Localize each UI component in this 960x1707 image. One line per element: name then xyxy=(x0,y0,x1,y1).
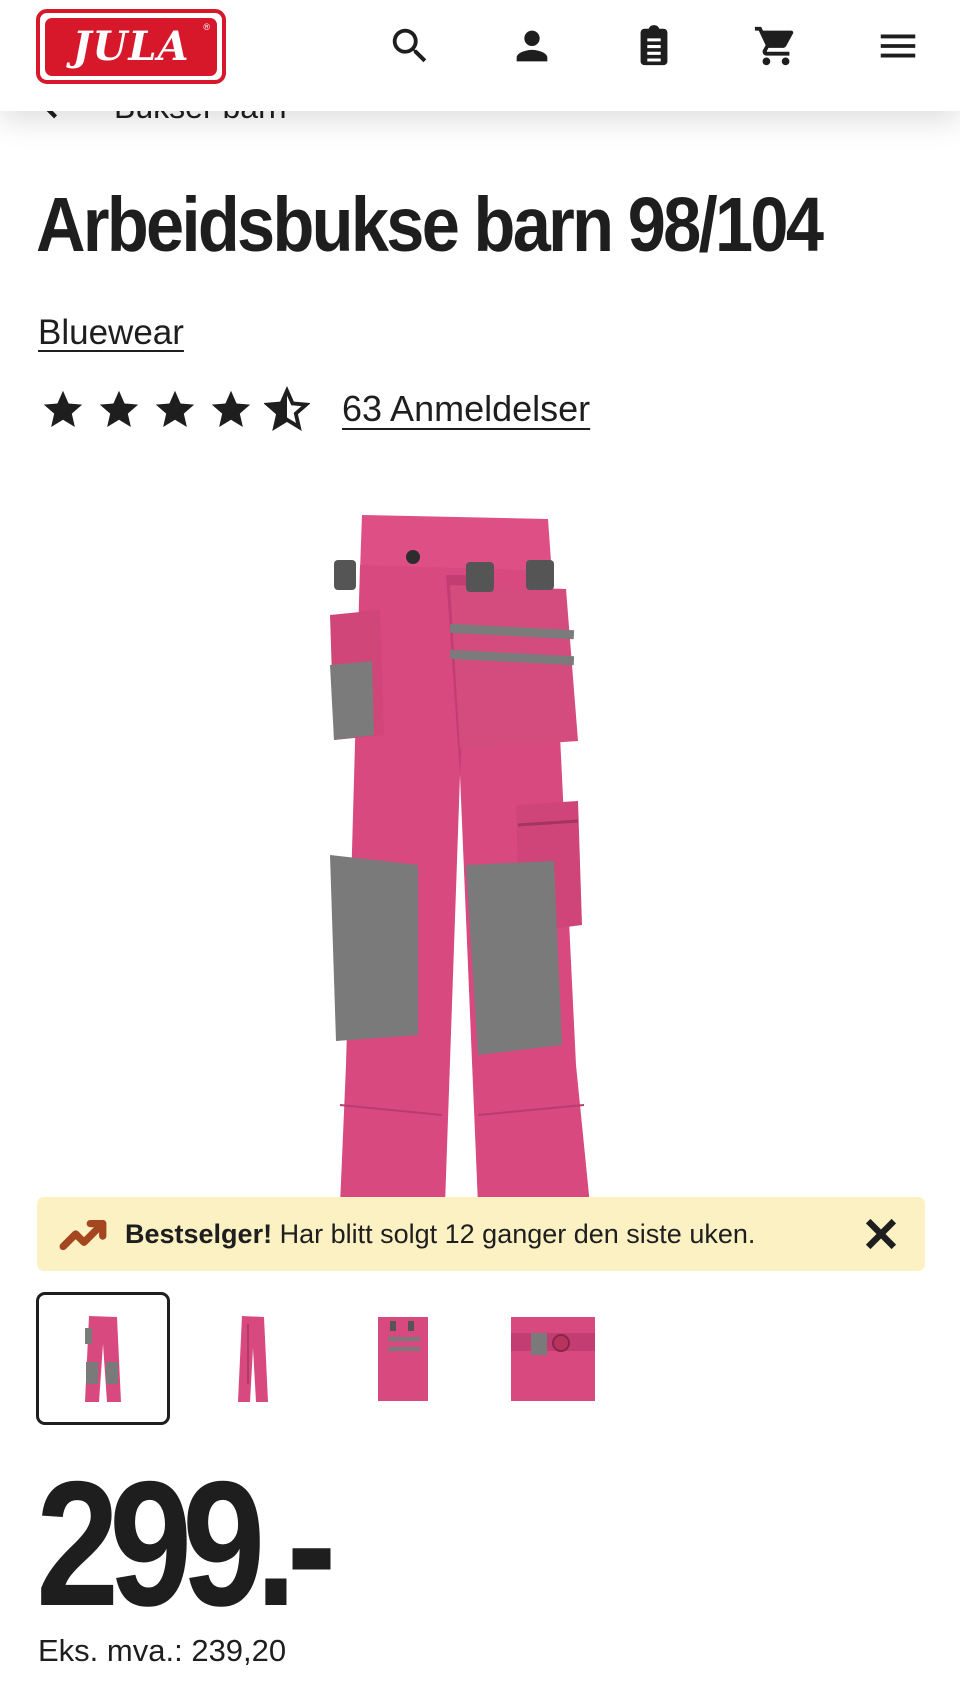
logo-text: JULA xyxy=(72,23,190,70)
site-header: JULA ® xyxy=(0,0,960,111)
ex-vat-label: Eks. mva.: xyxy=(38,1633,183,1668)
trending-up-icon xyxy=(59,1209,109,1259)
banner-close-button[interactable] xyxy=(859,1212,903,1256)
search-button[interactable] xyxy=(380,16,440,76)
reviews-link[interactable]: 63 Anmeldelser xyxy=(342,388,590,430)
rating-row[interactable]: 63 Anmeldelser xyxy=(40,383,590,435)
star-full-icon xyxy=(152,386,198,432)
shopping-list-button[interactable] xyxy=(624,16,684,76)
thumbnail-3[interactable] xyxy=(336,1292,470,1425)
star-half-icon xyxy=(263,386,311,432)
bestseller-banner: Bestselger! Har blitt solgt 12 ganger de… xyxy=(37,1197,925,1271)
close-icon xyxy=(865,1218,897,1250)
logo-registered-mark: ® xyxy=(203,22,210,32)
product-image[interactable] xyxy=(300,505,640,1205)
thumbnail-pocket-detail-image xyxy=(378,1316,428,1401)
ex-vat-value: 239,20 xyxy=(191,1633,287,1668)
thumbnail-waistband-detail-image xyxy=(511,1316,595,1401)
star-full-icon xyxy=(208,386,254,432)
star-full-icon xyxy=(40,386,86,432)
work-pants-image xyxy=(330,515,590,1205)
star-full-icon xyxy=(96,386,142,432)
price-ex-vat: Eks. mva.: 239,20 xyxy=(38,1633,286,1669)
search-icon xyxy=(392,28,427,63)
banner-message: Har blitt solgt 12 ganger den siste uken… xyxy=(279,1218,756,1249)
jula-logo[interactable]: JULA ® xyxy=(36,9,226,84)
banner-text: Bestselger! Har blitt solgt 12 ganger de… xyxy=(125,1219,755,1250)
account-button[interactable] xyxy=(502,16,562,76)
thumbnail-pants-front-image xyxy=(85,1315,121,1402)
cart-icon xyxy=(754,26,794,66)
thumbnail-pants-side-image xyxy=(238,1315,268,1402)
account-icon xyxy=(516,30,548,62)
brand-link[interactable]: Bluewear xyxy=(38,313,184,353)
thumbnail-4[interactable] xyxy=(486,1292,620,1425)
shopping-list-icon xyxy=(640,25,668,66)
product-price: 299.- xyxy=(36,1444,336,1643)
cart-button[interactable] xyxy=(746,16,806,76)
product-title: Arbeidsbukse barn 98/104 xyxy=(36,182,824,268)
logo-badge: JULA ® xyxy=(45,17,217,76)
banner-highlight: Bestselger! xyxy=(125,1218,273,1249)
thumbnail-2[interactable] xyxy=(186,1292,320,1425)
thumbnail-1[interactable] xyxy=(36,1292,170,1425)
menu-icon xyxy=(880,34,916,58)
menu-button[interactable] xyxy=(868,16,928,76)
